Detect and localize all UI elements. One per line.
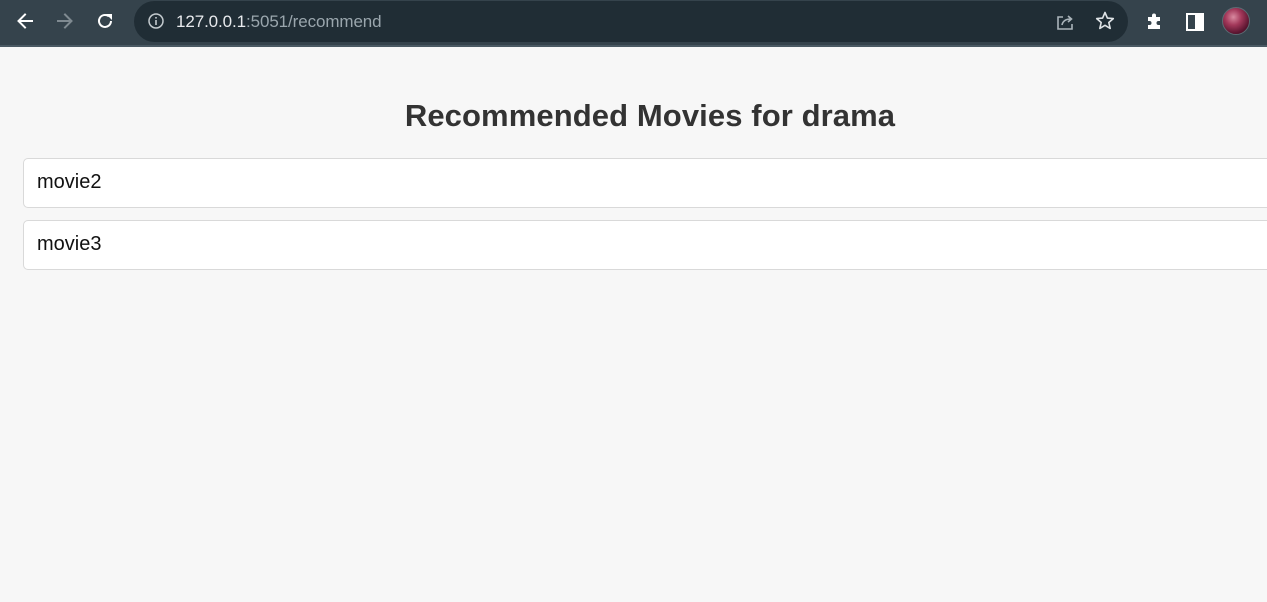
page-content: Recommended Movies for drama movie2 movi… bbox=[0, 49, 1267, 602]
movie-list-item: movie3 bbox=[23, 220, 1267, 270]
reload-icon bbox=[98, 13, 112, 28]
extensions-puzzle-icon[interactable] bbox=[1143, 10, 1167, 34]
page-title: Recommended Movies for drama bbox=[404, 98, 896, 133]
browser-toolbar: 127.0.0.1:5051/recommend bbox=[0, 0, 1267, 47]
forward-button[interactable] bbox=[49, 7, 81, 35]
movie-list-item: movie2 bbox=[23, 158, 1267, 208]
url-text[interactable]: 127.0.0.1:5051/recommend bbox=[176, 12, 382, 32]
forward-arrow-icon bbox=[57, 13, 73, 29]
address-bar[interactable]: 127.0.0.1:5051/recommend bbox=[134, 1, 1128, 42]
share-icon[interactable] bbox=[1054, 11, 1076, 33]
profile-avatar[interactable] bbox=[1222, 7, 1250, 35]
site-info-icon[interactable] bbox=[147, 12, 165, 30]
back-arrow-icon bbox=[17, 13, 33, 29]
bookmark-star-icon[interactable] bbox=[1094, 10, 1116, 32]
back-button[interactable] bbox=[9, 7, 41, 35]
url-path: :5051/recommend bbox=[246, 12, 382, 31]
reload-button[interactable] bbox=[89, 7, 121, 35]
movie-list: movie2 movie3 bbox=[23, 158, 1267, 282]
side-panel-icon[interactable] bbox=[1184, 11, 1206, 33]
url-host: 127.0.0.1 bbox=[176, 12, 246, 31]
